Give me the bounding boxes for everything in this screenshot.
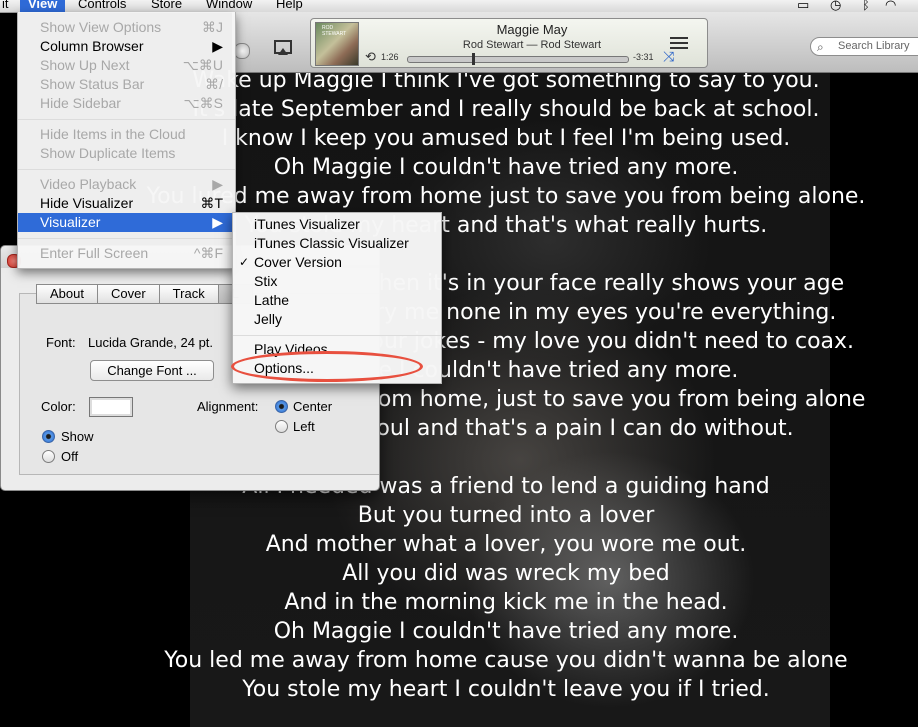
menu-separator bbox=[18, 119, 235, 120]
color-label: Color: bbox=[41, 399, 76, 414]
color-swatch[interactable] bbox=[89, 397, 133, 417]
alignment-center-label: Center bbox=[293, 399, 333, 414]
alignment-left-label: Left bbox=[293, 419, 315, 434]
now-playing-display: ROD STEWART Maggie May Rod Stewart — Rod… bbox=[310, 18, 708, 68]
menu-item-cover-version[interactable]: ✓ Cover Version bbox=[233, 253, 441, 272]
progress-bar[interactable] bbox=[407, 53, 629, 65]
menu-item-itunes-visualizer[interactable]: iTunes Visualizer bbox=[233, 215, 441, 234]
up-next-list-icon[interactable] bbox=[670, 37, 688, 52]
tab-track[interactable]: Track bbox=[158, 284, 218, 304]
show-radio[interactable] bbox=[42, 430, 55, 443]
menu-controls[interactable]: Controls bbox=[70, 0, 134, 12]
repeat-icon[interactable]: ⟲ bbox=[365, 49, 376, 65]
view-menu-dropdown: Show View Options ⌘J Column Browser ▶ Sh… bbox=[17, 12, 236, 269]
font-label: Font: bbox=[46, 335, 76, 350]
menu-itunes[interactable]: it bbox=[0, 0, 17, 12]
menu-item-show-view-options[interactable]: Show View Options ⌘J bbox=[18, 18, 235, 37]
bluetooth-icon[interactable]: ᛒ bbox=[862, 0, 870, 12]
lyric-line: And mother what a lover, you wore me out… bbox=[265, 532, 747, 557]
menu-item-show-duplicate-items[interactable]: Show Duplicate Items bbox=[18, 144, 235, 163]
elapsed-time: 1:26 bbox=[381, 52, 399, 62]
lyric-line: Oh Maggie I couldn't have tried any more… bbox=[273, 619, 739, 644]
tab-cover[interactable]: Cover bbox=[96, 284, 159, 304]
off-radio[interactable] bbox=[42, 450, 55, 463]
album-art[interactable]: ROD STEWART bbox=[315, 22, 359, 66]
progress-knob[interactable] bbox=[471, 53, 475, 65]
font-value: Lucida Grande, 24 pt. bbox=[88, 335, 214, 350]
menu-item-jelly[interactable]: Jelly bbox=[233, 310, 441, 329]
player-toolbar: ROD STEWART Maggie May Rod Stewart — Rod… bbox=[232, 12, 918, 73]
tab-about[interactable]: About bbox=[36, 284, 97, 304]
track-artist-album: Rod Stewart — Rod Stewart bbox=[462, 39, 602, 51]
menu-separator bbox=[18, 238, 235, 239]
alignment-left-radio[interactable] bbox=[275, 420, 288, 433]
menu-item-column-browser[interactable]: Column Browser ▶ bbox=[18, 37, 235, 56]
search-placeholder: Search Library bbox=[838, 40, 910, 52]
menu-separator bbox=[18, 169, 235, 170]
lyric-line: You led me away from home cause you didn… bbox=[164, 648, 848, 673]
menu-item-video-playback[interactable]: Video Playback ▶ bbox=[18, 175, 235, 194]
annotation-circle bbox=[231, 351, 423, 382]
menu-item-hide-visualizer[interactable]: Hide Visualizer ⌘T bbox=[18, 194, 235, 213]
lyric-line: You stole my heart I couldn't leave you … bbox=[242, 677, 770, 702]
track-title: Maggie May bbox=[496, 22, 568, 37]
menu-item-show-status-bar[interactable]: Show Status Bar ⌘/ bbox=[18, 75, 235, 94]
menu-item-itunes-classic-visualizer[interactable]: iTunes Classic Visualizer bbox=[233, 234, 441, 253]
change-font-button[interactable]: Change Font ... bbox=[90, 360, 214, 381]
checkmark-icon: ✓ bbox=[239, 255, 250, 269]
menu-item-stix[interactable]: Stix bbox=[233, 272, 441, 291]
search-icon: ⌕ bbox=[817, 40, 824, 54]
options-tabs: About Cover Track L bbox=[36, 284, 253, 304]
menu-store[interactable]: Store bbox=[143, 0, 190, 12]
menu-separator bbox=[233, 335, 441, 336]
menu-item-visualizer[interactable]: Visualizer ▶ bbox=[18, 213, 235, 232]
off-label: Off bbox=[61, 449, 79, 464]
alignment-label: Alignment: bbox=[197, 399, 259, 414]
submenu-arrow-icon: ▶ bbox=[212, 176, 223, 192]
show-label: Show bbox=[61, 429, 94, 444]
menu-item-enter-full-screen[interactable]: Enter Full Screen ^⌘F bbox=[18, 244, 235, 263]
menu-help[interactable]: Help bbox=[268, 0, 311, 12]
submenu-arrow-icon: ▶ bbox=[212, 38, 223, 54]
menu-item-hide-items-in-cloud[interactable]: Hide Items in the Cloud bbox=[18, 125, 235, 144]
menu-window[interactable]: Window bbox=[198, 0, 260, 12]
remaining-time: -3:31 bbox=[633, 52, 654, 62]
volume-knob[interactable] bbox=[234, 43, 250, 59]
menu-item-lathe[interactable]: Lathe bbox=[233, 291, 441, 310]
lyric-line: And in the morning kick me in the head. bbox=[284, 590, 728, 615]
lyric-line: But you turned into a lover bbox=[357, 503, 655, 528]
menu-item-show-up-next[interactable]: Show Up Next ⌥⌘U bbox=[18, 56, 235, 75]
airplay-arrow-icon bbox=[278, 48, 288, 55]
submenu-arrow-icon: ▶ bbox=[212, 214, 223, 230]
alignment-center-radio[interactable] bbox=[275, 400, 288, 413]
search-field[interactable]: ⌕ Search Library bbox=[810, 37, 918, 56]
menu-view[interactable]: View bbox=[20, 0, 66, 12]
menu-item-hide-sidebar[interactable]: Hide Sidebar ⌥⌘S bbox=[18, 94, 235, 113]
lyric-line: All you did was wreck my bed bbox=[342, 561, 670, 586]
